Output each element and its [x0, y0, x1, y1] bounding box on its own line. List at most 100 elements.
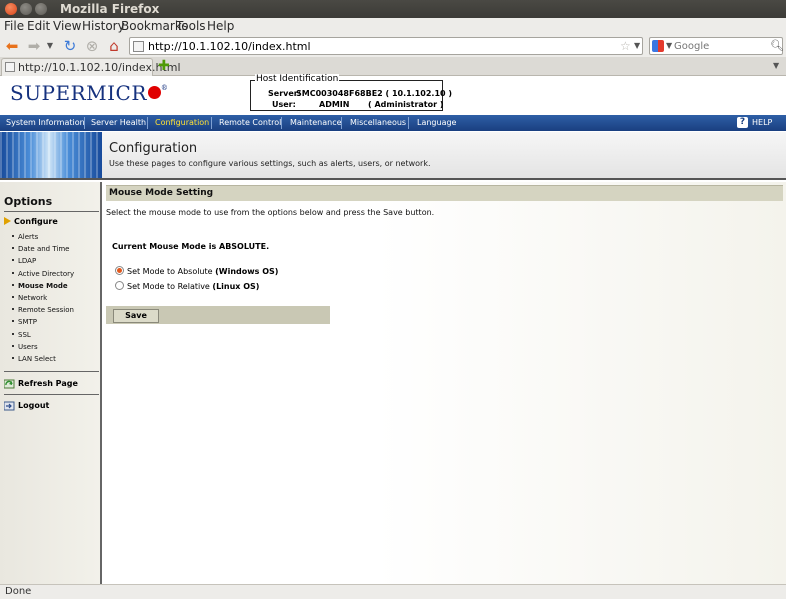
options-sidebar: Options Configure Alerts Date and Time L…: [0, 182, 102, 584]
history-dropdown-icon[interactable]: ▼: [45, 37, 55, 55]
sidebar-item-active-directory[interactable]: Active Directory: [12, 270, 74, 278]
stop-icon[interactable]: ⊗: [84, 37, 100, 55]
google-engine-icon[interactable]: [652, 40, 664, 52]
radio-relative[interactable]: [115, 281, 124, 290]
user-value: ADMIN: [319, 100, 350, 109]
bullet-icon: [12, 320, 14, 322]
sidebar-item-label: LAN Select: [18, 355, 56, 363]
tab-index[interactable]: http://10.1.102.10/index.html: [1, 58, 181, 76]
host-identification-box: Host Identification Server: SMC003048F68…: [250, 74, 452, 111]
sidebar-divider: [4, 394, 99, 395]
bullet-icon: [12, 259, 14, 261]
logout-icon[interactable]: [4, 401, 15, 411]
option-os: (Linux OS): [212, 282, 260, 291]
menu-file[interactable]: File: [4, 19, 24, 33]
status-bar: Done: [0, 584, 786, 599]
window-minimize-button[interactable]: [20, 3, 32, 15]
menu-bar: File Edit View History Bookmarks Tools H…: [0, 18, 786, 35]
sidebar-item-label: Mouse Mode: [18, 282, 68, 290]
nav-remote-control[interactable]: Remote Control: [219, 118, 281, 127]
page-banner: Configuration Use these pages to configu…: [0, 132, 786, 180]
menu-edit[interactable]: Edit: [27, 19, 50, 33]
sidebar-item-label: Active Directory: [18, 270, 75, 278]
sidebar-item-alerts[interactable]: Alerts: [12, 233, 38, 241]
window-maximize-button[interactable]: [35, 3, 47, 15]
reload-icon[interactable]: ↻: [62, 37, 78, 55]
configure-arrow-icon: [4, 217, 11, 225]
engine-dropdown-icon[interactable]: ▼: [666, 41, 672, 50]
logout-link[interactable]: Logout: [18, 401, 49, 410]
host-identification-legend: Host Identification: [255, 74, 340, 84]
menu-history[interactable]: History: [82, 19, 125, 33]
sidebar-item-label: Network: [18, 294, 48, 302]
save-button[interactable]: Save: [113, 309, 159, 323]
nav-divider: [408, 117, 409, 129]
current-mouse-mode: Current Mouse Mode is ABSOLUTE.: [112, 242, 270, 251]
sidebar-item-users[interactable]: Users: [12, 343, 38, 351]
sidebar-divider: [4, 211, 99, 212]
url-bar[interactable]: ☆ ▼: [129, 37, 643, 55]
bullet-icon: [12, 296, 14, 298]
radio-relative-label[interactable]: Set Mode to Relative (Linux OS): [127, 282, 259, 291]
bullet-icon: [12, 333, 14, 335]
bullet-icon: [12, 345, 14, 347]
nav-divider: [281, 117, 282, 129]
sidebar-item-label: Date and Time: [18, 245, 70, 253]
tab-list-dropdown-icon[interactable]: ▼: [773, 61, 779, 70]
option-label: Set Mode to Relative: [127, 282, 213, 291]
sidebar-item-date-and-time[interactable]: Date and Time: [12, 245, 69, 253]
url-input[interactable]: [148, 39, 618, 53]
search-bar[interactable]: ▼ 🔍︎: [649, 37, 784, 55]
window-titlebar: Mozilla Firefox: [0, 0, 786, 18]
forward-icon[interactable]: ➡: [25, 37, 43, 55]
main-content: Mouse Mode Setting Select the mouse mode…: [104, 182, 786, 584]
options-heading: Options: [4, 195, 53, 208]
nav-configuration[interactable]: Configuration: [155, 118, 209, 127]
sidebar-divider: [4, 371, 99, 372]
sidebar-item-label: Remote Session: [18, 306, 74, 314]
menu-view[interactable]: View: [53, 19, 81, 33]
sidebar-item-ldap[interactable]: LDAP: [12, 257, 36, 265]
help-link[interactable]: HELP: [752, 118, 772, 127]
sidebar-item-label: SSL: [18, 331, 31, 339]
refresh-icon[interactable]: [4, 379, 15, 389]
site-identity-icon[interactable]: [133, 41, 144, 52]
new-tab-plus-icon[interactable]: ✚: [158, 58, 170, 74]
nav-maintenance[interactable]: Maintenance: [290, 118, 342, 127]
tab-label: http://10.1.102.10/index.html: [18, 61, 181, 74]
page-description: Use these pages to configure various set…: [109, 159, 431, 168]
bookmark-star-icon[interactable]: ☆: [620, 39, 631, 53]
page-title: Configuration: [109, 141, 198, 156]
nav-system-information[interactable]: System Information: [6, 118, 85, 127]
help-icon[interactable]: ?: [737, 117, 748, 128]
refresh-page-link[interactable]: Refresh Page: [18, 379, 78, 388]
logo-red-dot-icon: [147, 86, 161, 99]
search-input[interactable]: [674, 39, 766, 53]
radio-absolute-label[interactable]: Set Mode to Absolute (Windows OS): [127, 267, 278, 276]
sidebar-item-mouse-mode[interactable]: Mouse Mode: [12, 282, 68, 290]
option-label: Set Mode to Absolute: [127, 267, 216, 276]
nav-server-health[interactable]: Server Health: [91, 118, 146, 127]
back-icon[interactable]: ⬅: [3, 37, 21, 55]
menu-tools[interactable]: Tools: [176, 19, 206, 33]
sidebar-item-label: Alerts: [18, 233, 39, 241]
sidebar-item-remote-session[interactable]: Remote Session: [12, 306, 74, 314]
radio-absolute[interactable]: [115, 266, 124, 275]
menu-help[interactable]: Help: [207, 19, 234, 33]
nav-divider: [341, 117, 342, 129]
sidebar-item-smtp[interactable]: SMTP: [12, 318, 37, 326]
sidebar-item-ssl[interactable]: SSL: [12, 331, 31, 339]
server-room-image: [0, 132, 102, 178]
nav-language[interactable]: Language: [417, 118, 456, 127]
window-close-button[interactable]: [5, 3, 17, 15]
url-dropdown-icon[interactable]: ▼: [634, 41, 640, 50]
search-icon[interactable]: 🔍︎: [770, 39, 784, 52]
bullet-icon: [12, 272, 14, 274]
sidebar-section-configure[interactable]: Configure: [14, 217, 58, 226]
sidebar-item-network[interactable]: Network: [12, 294, 47, 302]
nav-divider: [84, 117, 85, 129]
sidebar-item-lan-select[interactable]: LAN Select: [12, 355, 56, 363]
nav-divider: [147, 117, 148, 129]
home-icon[interactable]: ⌂: [105, 37, 123, 55]
nav-miscellaneous[interactable]: Miscellaneous: [350, 118, 406, 127]
